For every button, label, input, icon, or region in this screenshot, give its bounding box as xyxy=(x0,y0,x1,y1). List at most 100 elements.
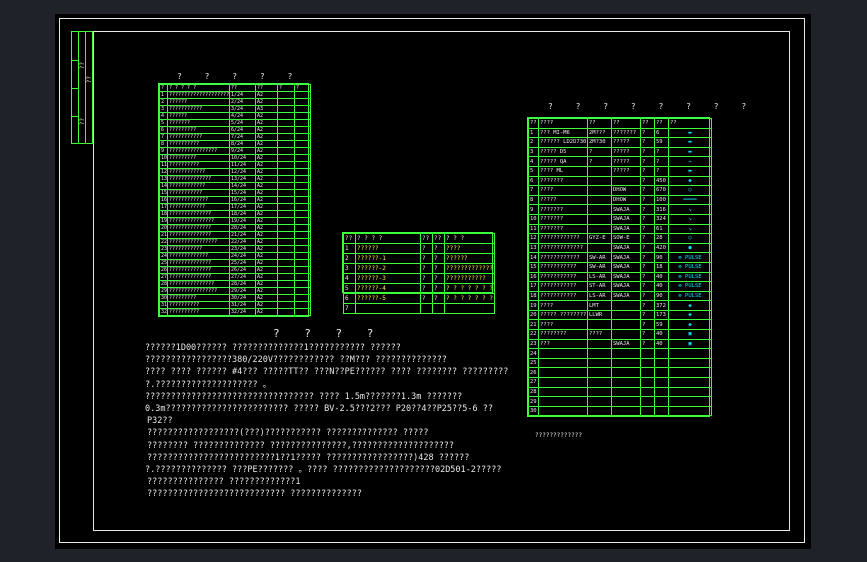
table-cell: 22/24 xyxy=(229,238,256,246)
table-cell xyxy=(294,126,311,134)
table-cell: 13 xyxy=(528,242,539,254)
table-cell xyxy=(640,405,655,417)
table-row: 12???????????? GYZ-E SOW-E? 28 ○ xyxy=(528,233,712,244)
table-row: 27?????????????? 27/24 A2 xyxy=(159,273,311,281)
table-cell: ????? ????????? xyxy=(538,309,588,321)
table-cell: 27 xyxy=(528,377,539,388)
table-cell: 24 xyxy=(159,252,168,260)
table-row: 20????? ????????? LLWR? 173 ◆ xyxy=(528,309,712,321)
legend-table: ??? ? ? ?????? ? ? 1???????????? 2 ??????-1… xyxy=(342,232,495,314)
table-cell: ? xyxy=(640,156,655,167)
table-cell: ??????-2 xyxy=(355,263,421,274)
table-cell xyxy=(277,133,295,141)
table-row: 17??????????? ST-AR SWAJA? 40 ⊗ PULSE xyxy=(528,281,712,292)
table-cell: ↘ xyxy=(668,223,712,235)
table-row: 19??????????????? 19/24 A2 xyxy=(159,217,311,225)
table-header-cell: ?? xyxy=(640,118,655,129)
table-cell xyxy=(668,377,712,388)
table-cell xyxy=(587,348,612,359)
table-cell xyxy=(587,242,612,254)
table-cell: A2 xyxy=(255,140,278,148)
equipment-schedule-title: ? ? ? ? ? ? ? ? xyxy=(548,102,756,111)
table-cell: ??? MI-M6 xyxy=(538,127,588,139)
drawing-index-title: ? ? ? ? ? xyxy=(177,72,302,81)
table-cell: ▬ xyxy=(668,146,712,158)
table-cell xyxy=(294,308,311,316)
design-note-line: ?.???????????????????? 。 xyxy=(145,379,272,390)
table-cell xyxy=(294,161,311,169)
table-cell: ○ xyxy=(668,185,712,196)
table-cell: ?????????????? xyxy=(167,259,230,267)
table-row: 5??????? 5/24 A2 xyxy=(159,119,311,127)
table-cell: 6 xyxy=(159,126,168,134)
table-cell: ? xyxy=(640,137,655,148)
table-cell: ??????????? xyxy=(538,290,588,302)
table-cell: ??????????? xyxy=(167,189,230,197)
table-cell: 25/24 xyxy=(229,259,256,267)
table-cell xyxy=(538,377,588,388)
table-cell: ? xyxy=(640,127,655,139)
table-cell xyxy=(538,348,588,359)
cad-drawing-canvas[interactable]: ?? ?? ?? ? ? ? ? ? ?? ? ? ? ??????? 1????… xyxy=(55,14,811,549)
table-cell: 2M?30 xyxy=(587,137,612,148)
table-cell xyxy=(587,405,612,417)
table-cell xyxy=(420,303,433,314)
table-cell: ? xyxy=(640,204,655,215)
table-cell: A2 xyxy=(255,154,278,162)
table-cell: 4 xyxy=(528,156,539,167)
table-cell xyxy=(538,357,588,369)
table-row: 15??????????? SW-AR SWAJA? 18 ⊗ PULSE xyxy=(528,261,712,273)
table-cell xyxy=(277,217,295,225)
table-cell: ????????? xyxy=(167,126,230,134)
design-note-line: ?.?????????????? ???PE??????? 。???? ????… xyxy=(145,465,502,475)
table-cell: ??????????? xyxy=(538,281,588,292)
table-cell xyxy=(277,175,295,183)
table-cell xyxy=(294,224,311,232)
table-cell: ? xyxy=(420,243,433,254)
design-note-line: ???????? ?????????????? ???????????????,… xyxy=(147,440,455,451)
table-cell xyxy=(294,189,311,197)
table-cell xyxy=(277,112,295,120)
table-cell: 22 xyxy=(528,329,539,340)
table-cell: 4/24 xyxy=(229,112,256,120)
table-cell: 2 xyxy=(159,98,168,106)
table-cell: ? xyxy=(640,281,655,292)
table-cell xyxy=(587,165,612,177)
table-cell: 14 xyxy=(159,182,168,190)
table-cell: ? xyxy=(640,252,655,263)
side-title-block: ?? ?? ?? xyxy=(71,31,93,144)
table-cell xyxy=(294,147,311,155)
table-cell xyxy=(294,98,311,106)
table-cell: ????????????? xyxy=(167,252,230,260)
table-cell: ??????? xyxy=(538,213,588,225)
table-cell: ??????-5 xyxy=(355,293,421,304)
table-row: 30 xyxy=(528,405,712,417)
table-cell xyxy=(294,280,311,288)
table-cell xyxy=(587,377,612,388)
table-cell: A2 xyxy=(255,175,278,183)
table-cell: 420 xyxy=(654,242,669,254)
table-cell: SWAJA xyxy=(611,204,641,215)
table-cell: SW-AR xyxy=(587,261,612,273)
table-cell xyxy=(294,175,311,183)
table-cell: ?????? xyxy=(355,243,421,254)
table-cell xyxy=(294,196,311,204)
table-cell: A2 xyxy=(255,273,278,281)
table-cell: ???????????? xyxy=(167,182,230,190)
table-cell: ? xyxy=(640,194,655,206)
table-cell: 90 xyxy=(654,252,669,263)
table-cell: ??????-4 xyxy=(355,283,421,294)
table-cell: SW-AR xyxy=(587,252,612,263)
table-row: 26 xyxy=(528,367,712,379)
table-header-cell: ?? xyxy=(611,118,641,129)
table-cell: A2 xyxy=(255,238,278,246)
table-header-cell: ?? xyxy=(654,118,669,129)
table-cell: ?????? LD2D730 xyxy=(538,137,588,148)
table-cell xyxy=(277,266,295,274)
table-cell: ?????????????? xyxy=(167,210,230,218)
table-row: 31?????????? 31/24 A2 xyxy=(159,301,311,309)
table-cell xyxy=(277,224,295,232)
table-cell: ?????????? xyxy=(167,161,230,169)
table-cell: 23/24 xyxy=(229,245,256,253)
table-row: 13?????????????? 13/24 A2 xyxy=(159,175,311,183)
